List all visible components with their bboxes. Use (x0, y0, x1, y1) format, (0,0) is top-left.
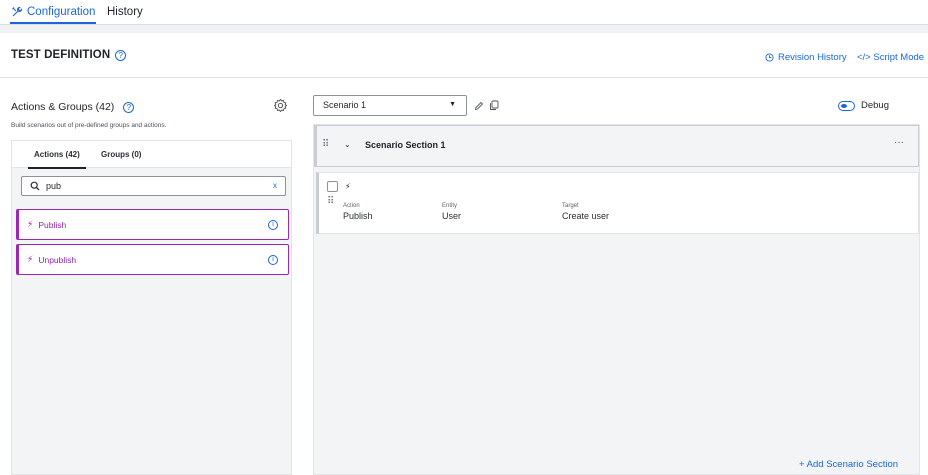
entity-column-label: Entity (442, 203, 458, 209)
top-tab-bar: Configuration History (0, 0, 928, 25)
tab-configuration-label: Configuration (27, 6, 96, 18)
actions-groups-title: Actions & Groups (42) ? (11, 101, 135, 113)
drag-handle-icon[interactable]: ⠿ (322, 139, 329, 150)
tools-icon (12, 6, 23, 17)
action-search-field[interactable]: x (21, 176, 286, 196)
more-options-icon[interactable]: ··· (894, 137, 904, 148)
lightning-icon: ⚡︎ (27, 254, 34, 264)
entity-column-value: User (442, 211, 462, 221)
header-strip (0, 25, 928, 33)
action-item-unpublish[interactable]: ⚡︎ Unpublish i (16, 244, 289, 275)
actions-panel: Actions (42) Groups (0) x ⚡︎ Publish i ⚡… (11, 140, 292, 475)
debug-label: Debug (861, 100, 889, 111)
help-icon[interactable]: ? (115, 49, 127, 61)
info-icon[interactable]: i (268, 220, 278, 230)
copy-icon[interactable] (489, 100, 499, 111)
action-column-value: Publish (343, 211, 373, 221)
toggle-switch[interactable] (838, 100, 855, 111)
drag-handle-icon[interactable]: ⠿ (327, 196, 334, 207)
search-icon (30, 181, 40, 191)
help-icon[interactable]: ? (123, 101, 135, 113)
page-header: TEST DEFINITION ? Revision History </> S… (0, 33, 928, 78)
scenario-select-value: Scenario 1 (323, 100, 367, 110)
tab-history[interactable]: History (107, 6, 143, 18)
actions-groups-subtitle: Build scenarios out of pre-defined group… (11, 122, 167, 129)
clock-icon (765, 53, 774, 62)
search-input[interactable] (46, 181, 266, 191)
step-card[interactable]: ⚡︎ ⠿ Action Publish Entity User Target C… (316, 172, 919, 234)
scenario-panel: ⠿ ⌄ Scenario Section 1 ··· ⚡︎ ⠿ Action P… (313, 124, 920, 475)
target-column-value: Create user (562, 211, 610, 221)
actions-groups-tabs: Actions (42) Groups (0) (12, 141, 291, 169)
revision-history-link[interactable]: Revision History (765, 52, 847, 63)
target-column-label: Target (562, 203, 579, 209)
action-item-publish[interactable]: ⚡︎ Publish i (16, 209, 289, 240)
clear-search-icon[interactable]: x (273, 181, 277, 190)
scenario-section-title: Scenario Section 1 (365, 140, 446, 150)
lightning-icon: ⚡︎ (27, 219, 34, 229)
lightning-icon: ⚡︎ (345, 182, 351, 191)
caret-down-icon: ▼ (449, 101, 456, 108)
pencil-icon[interactable] (474, 101, 484, 111)
tab-history-label: History (107, 6, 143, 18)
page-title: TEST DEFINITION ? (11, 49, 127, 61)
chevron-down-icon[interactable]: ⌄ (344, 140, 351, 149)
info-icon[interactable]: i (268, 255, 278, 265)
page-title-text: TEST DEFINITION (11, 49, 111, 61)
revision-history-label: Revision History (778, 52, 847, 63)
step-checkbox[interactable] (327, 181, 338, 192)
action-item-label: Publish (38, 219, 67, 230)
add-scenario-section-button[interactable]: + Add Scenario Section (799, 459, 898, 470)
tab-configuration[interactable]: Configuration (9, 6, 97, 24)
scenario-select[interactable]: Scenario 1 ▼ (313, 95, 467, 116)
scenario-section-header[interactable]: ⠿ ⌄ Scenario Section 1 ··· (314, 125, 919, 167)
action-column-label: Action (343, 203, 360, 209)
tab-groups[interactable]: Groups (0) (101, 150, 141, 159)
gear-icon[interactable] (273, 98, 288, 113)
debug-toggle[interactable]: Debug (838, 100, 889, 111)
actions-groups-title-text: Actions & Groups (42) (11, 101, 115, 113)
action-item-label: Unpublish (38, 254, 77, 265)
tab-actions[interactable]: Actions (42) (28, 150, 86, 169)
script-mode-label: </> Script Mode (857, 52, 925, 63)
script-mode-link[interactable]: </> Script Mode (857, 52, 924, 63)
